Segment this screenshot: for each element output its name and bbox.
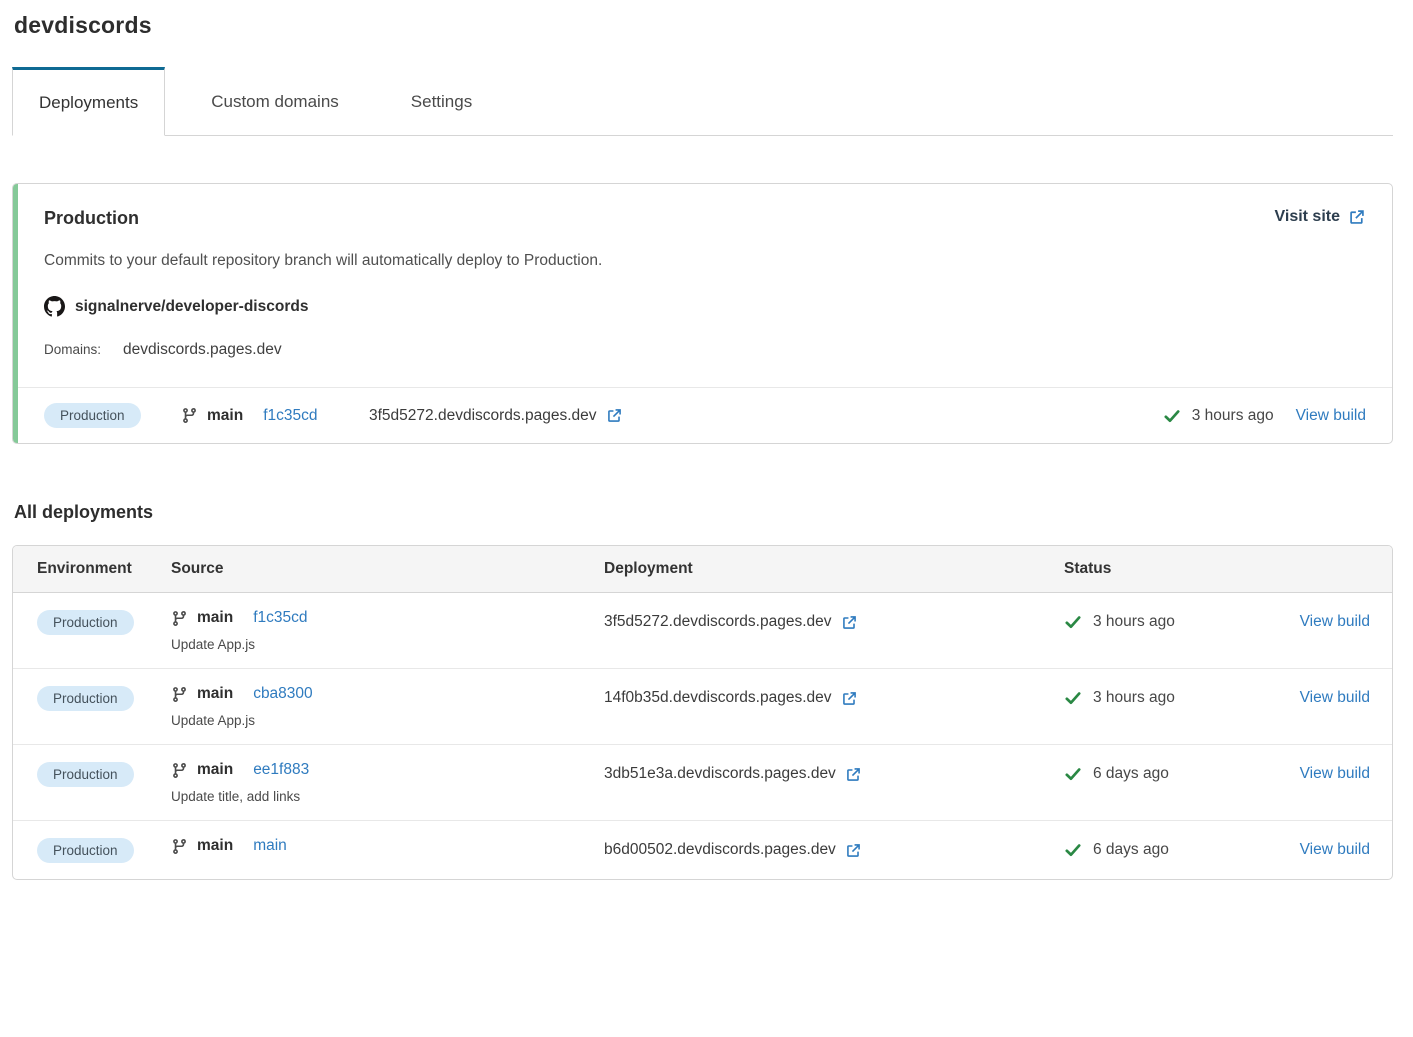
deployment-url: b6d00502.devdiscords.pages.dev [604, 841, 836, 859]
deployments-table: Environment Source Deployment Status Pro… [12, 545, 1393, 880]
repo-link[interactable]: signalnerve/developer-discords [75, 298, 308, 316]
check-icon [1163, 407, 1181, 425]
table-row: Production main cba8300 Update App.js 14… [13, 669, 1392, 745]
deploy-time: 3 hours ago [1192, 407, 1274, 425]
external-link-icon[interactable] [845, 766, 862, 783]
view-build-link[interactable]: View build [1300, 613, 1370, 631]
tab-settings[interactable]: Settings [385, 67, 498, 136]
branch-name: main [197, 685, 233, 703]
view-build-link[interactable]: View build [1300, 689, 1370, 707]
git-branch-icon [171, 610, 188, 627]
tab-deployments-label: Deployments [39, 93, 138, 113]
deploy-time: 3 hours ago [1093, 613, 1175, 631]
page-title: devdiscords [14, 12, 1393, 39]
table-row: Production main main b6d00502.devdiscord… [13, 821, 1392, 879]
branch-name: main [207, 407, 243, 425]
commit-link[interactable]: f1c35cd [263, 407, 317, 425]
git-branch-icon [181, 407, 198, 424]
environment-badge: Production [44, 403, 141, 428]
github-icon [44, 296, 65, 317]
production-active-stripe [13, 184, 18, 443]
column-deployment: Deployment [604, 560, 1064, 578]
external-link-icon[interactable] [845, 842, 862, 859]
tab-deployments[interactable]: Deployments [12, 67, 165, 136]
tab-settings-label: Settings [411, 92, 472, 112]
column-environment: Environment [37, 560, 171, 578]
deploy-time: 6 days ago [1093, 765, 1169, 783]
table-header: Environment Source Deployment Status [13, 546, 1392, 593]
check-icon [1064, 841, 1082, 859]
all-deployments-heading: All deployments [14, 502, 1393, 523]
production-description: Commits to your default repository branc… [44, 252, 1366, 270]
branch-name: main [197, 837, 233, 855]
deploy-time: 6 days ago [1093, 841, 1169, 859]
visit-site-link[interactable]: Visit site [1274, 208, 1366, 226]
environment-badge: Production [37, 762, 134, 787]
view-build-link[interactable]: View build [1296, 407, 1366, 425]
production-deployment-row: Production main f1c35cd 3f5d5272.devdisc… [13, 387, 1392, 443]
table-row: Production main f1c35cd Update App.js 3f… [13, 593, 1392, 669]
commit-link[interactable]: ee1f883 [253, 761, 309, 779]
page: devdiscords Deployments Custom domains S… [0, 0, 1413, 880]
domains-label: Domains: [44, 342, 101, 357]
deploy-time: 3 hours ago [1093, 689, 1175, 707]
commit-message: Update App.js [171, 713, 255, 728]
external-link-icon[interactable] [841, 690, 858, 707]
branch-name: main [197, 609, 233, 627]
deployment-url: 3f5d5272.devdiscords.pages.dev [604, 613, 832, 631]
tab-bar: Deployments Custom domains Settings [12, 67, 1393, 136]
external-link-icon [1348, 208, 1366, 226]
visit-site-label: Visit site [1274, 208, 1340, 226]
tab-custom-domains[interactable]: Custom domains [185, 67, 365, 136]
environment-badge: Production [37, 686, 134, 711]
production-card: Production Visit site Commits to your de… [12, 183, 1393, 444]
column-source: Source [171, 560, 604, 578]
check-icon [1064, 765, 1082, 783]
table-row: Production main ee1f883 Update title, ad… [13, 745, 1392, 821]
tab-custom-domains-label: Custom domains [211, 92, 339, 112]
deployment-url: 14f0b35d.devdiscords.pages.dev [604, 689, 832, 707]
commit-link[interactable]: f1c35cd [253, 609, 307, 627]
external-link-icon[interactable] [606, 407, 623, 424]
domains-value: devdiscords.pages.dev [123, 341, 282, 359]
check-icon [1064, 613, 1082, 631]
external-link-icon[interactable] [841, 614, 858, 631]
commit-message: Update title, add links [171, 789, 300, 804]
view-build-link[interactable]: View build [1300, 765, 1370, 783]
deployment-url: 3f5d5272.devdiscords.pages.dev [369, 407, 597, 425]
production-card-body: Production Visit site Commits to your de… [13, 184, 1392, 387]
view-build-link[interactable]: View build [1300, 841, 1370, 859]
deployment-url: 3db51e3a.devdiscords.pages.dev [604, 765, 836, 783]
commit-message: Update App.js [171, 637, 255, 652]
production-card-title: Production [44, 208, 139, 229]
environment-badge: Production [37, 838, 134, 863]
git-branch-icon [171, 762, 188, 779]
branch-name: main [197, 761, 233, 779]
column-status: Status [1064, 560, 1274, 578]
commit-link[interactable]: main [253, 837, 287, 855]
git-branch-icon [171, 838, 188, 855]
environment-badge: Production [37, 610, 134, 635]
git-branch-icon [171, 686, 188, 703]
commit-link[interactable]: cba8300 [253, 685, 312, 703]
check-icon [1064, 689, 1082, 707]
